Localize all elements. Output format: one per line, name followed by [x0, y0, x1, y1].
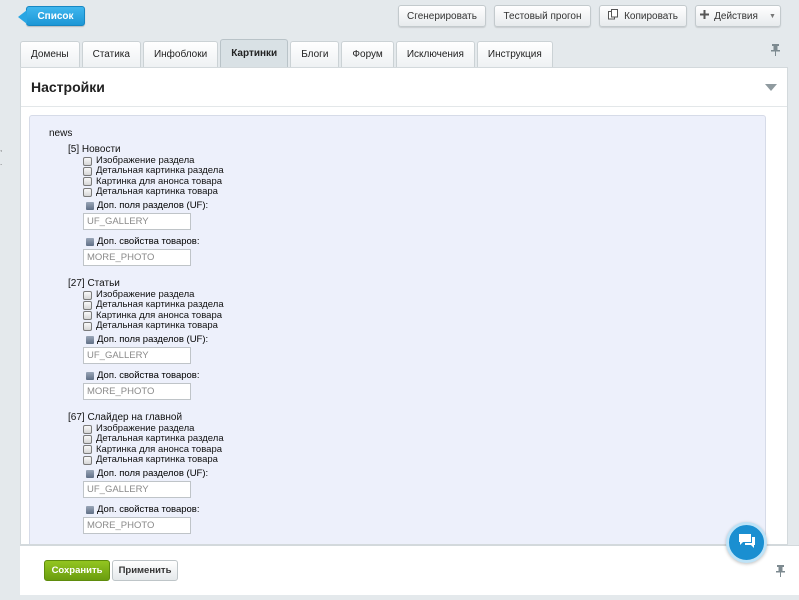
- product-props-input[interactable]: [83, 383, 191, 401]
- edge-mark: ,: [0, 144, 3, 153]
- tab-forum[interactable]: Форум: [341, 41, 394, 67]
- checkbox[interactable]: [83, 187, 92, 197]
- test-run-button-label: Тестовый прогон: [503, 10, 582, 22]
- tab-label: Форум: [352, 49, 383, 60]
- product-props-input[interactable]: [83, 249, 191, 267]
- section-uf-label: Доп. поля разделов (UF):: [68, 469, 224, 479]
- hint-icon[interactable]: [86, 202, 94, 211]
- checkbox[interactable]: [83, 311, 92, 321]
- tab-instructions[interactable]: Инструкция: [476, 41, 553, 67]
- iblock-section: [27] Статьи Изображение раздела Детальна…: [68, 278, 224, 401]
- generate-button-label: Сгенерировать: [407, 10, 477, 22]
- apply-button-label: Применить: [118, 565, 172, 576]
- tab-label: Блоги: [301, 49, 329, 60]
- apply-button[interactable]: Применить: [112, 560, 178, 581]
- section-uf-label: Доп. поля разделов (UF):: [68, 335, 224, 345]
- checkbox[interactable]: [83, 424, 92, 434]
- hint-icon[interactable]: [86, 506, 94, 515]
- product-props-label-text: Доп. свойства товаров:: [97, 370, 200, 382]
- tab-label: Исключения: [406, 49, 464, 60]
- settings-panel: Настройки news [5] Новости Изображение р…: [20, 67, 788, 545]
- tab-bar: Домены Статика Инфоблоки Картинки Блоги …: [20, 39, 553, 67]
- checkbox[interactable]: [83, 434, 92, 444]
- save-button[interactable]: Сохранить: [44, 560, 110, 581]
- divider: [21, 106, 787, 107]
- tab-label: Инфоблоки: [153, 49, 208, 60]
- copy-icon: [608, 9, 619, 23]
- product-props-label-text: Доп. свойства товаров:: [97, 236, 200, 248]
- list-button[interactable]: Список: [18, 6, 85, 26]
- list-button-label: Список: [37, 10, 74, 22]
- tab-domains[interactable]: Домены: [20, 41, 80, 67]
- settings-content: news [5] Новости Изображение раздела Дет…: [29, 115, 766, 544]
- checkbox[interactable]: [83, 455, 92, 465]
- pin-icon[interactable]: [776, 565, 785, 580]
- hint-icon[interactable]: [86, 372, 94, 381]
- product-props-label-text: Доп. свойства товаров:: [97, 504, 200, 516]
- checkbox[interactable]: [83, 290, 92, 300]
- checkbox-row[interactable]: Детальная картинка товара: [68, 321, 224, 331]
- save-button-label: Сохранить: [51, 565, 103, 576]
- site-name: news: [49, 128, 73, 139]
- edge-mark: .: [0, 158, 3, 167]
- tab-label: Домены: [31, 49, 69, 60]
- section-uf-input[interactable]: [83, 347, 191, 365]
- hint-icon[interactable]: [86, 238, 94, 247]
- checkbox-label: Детальная картинка товара: [96, 320, 218, 332]
- tab-images[interactable]: Картинки: [220, 39, 289, 67]
- section-uf-input[interactable]: [83, 481, 191, 499]
- checkbox[interactable]: [83, 300, 92, 310]
- collapse-icon[interactable]: [765, 84, 777, 91]
- checkbox[interactable]: [83, 445, 92, 455]
- iblock-section: [5] Новости Изображение раздела Детальна…: [68, 144, 224, 267]
- plus-icon: [700, 10, 710, 22]
- pin-icon[interactable]: [771, 44, 780, 59]
- checkbox-label: Детальная картинка раздела: [96, 433, 224, 445]
- tab-static[interactable]: Статика: [81, 41, 141, 67]
- tab-exclusions[interactable]: Исключения: [395, 41, 475, 67]
- test-run-button[interactable]: Тестовый прогон: [494, 5, 591, 27]
- section-uf-input[interactable]: [83, 213, 191, 231]
- copy-button[interactable]: Копировать: [599, 5, 687, 27]
- checkbox[interactable]: [83, 177, 92, 187]
- checkbox-label: Детальная картинка товара: [96, 186, 218, 198]
- tab-label: Статика: [92, 49, 130, 60]
- tab-label: Картинки: [231, 48, 278, 59]
- checkbox[interactable]: [83, 166, 92, 176]
- section-uf-label-text: Доп. поля разделов (UF):: [97, 200, 209, 212]
- generate-button[interactable]: Сгенерировать: [398, 5, 486, 27]
- checkbox[interactable]: [83, 156, 92, 166]
- section-uf-label-text: Доп. поля разделов (UF):: [97, 334, 209, 346]
- checkbox-label: Детальная картинка товара: [96, 454, 218, 466]
- checkbox-row[interactable]: Детальная картинка товара: [68, 455, 224, 465]
- checkbox-label: Детальная картинка раздела: [96, 299, 224, 311]
- tab-label: Инструкция: [487, 49, 542, 60]
- top-toolbar: Список Сгенерировать Тестовый прогон Коп…: [0, 0, 799, 34]
- chevron-down-icon: ▼: [768, 12, 776, 20]
- panel-title: Настройки: [31, 79, 105, 95]
- product-props-label: Доп. свойства товаров:: [68, 371, 224, 381]
- product-props-label: Доп. свойства товаров:: [68, 505, 224, 515]
- checkbox[interactable]: [83, 321, 92, 331]
- copy-button-label: Копировать: [624, 10, 678, 22]
- section-uf-label-text: Доп. поля разделов (UF):: [97, 468, 209, 480]
- actions-button[interactable]: Действия ▼: [695, 5, 781, 27]
- hint-icon[interactable]: [86, 470, 94, 479]
- section-uf-label: Доп. поля разделов (UF):: [68, 201, 224, 211]
- hint-icon[interactable]: [86, 336, 94, 345]
- chat-icon: [738, 533, 756, 552]
- product-props-input[interactable]: [83, 517, 191, 535]
- tab-iblocks[interactable]: Инфоблоки: [142, 41, 219, 67]
- tab-blogs[interactable]: Блоги: [290, 41, 340, 67]
- footer-bar: Сохранить Применить: [20, 545, 799, 595]
- checkbox-row[interactable]: Детальная картинка товара: [68, 187, 224, 197]
- chat-button[interactable]: [726, 522, 767, 563]
- actions-button-label: Действия: [714, 10, 758, 22]
- checkbox-label: Детальная картинка раздела: [96, 165, 224, 177]
- product-props-label: Доп. свойства товаров:: [68, 237, 224, 247]
- iblock-section: [67] Слайдер на главной Изображение разд…: [68, 412, 224, 535]
